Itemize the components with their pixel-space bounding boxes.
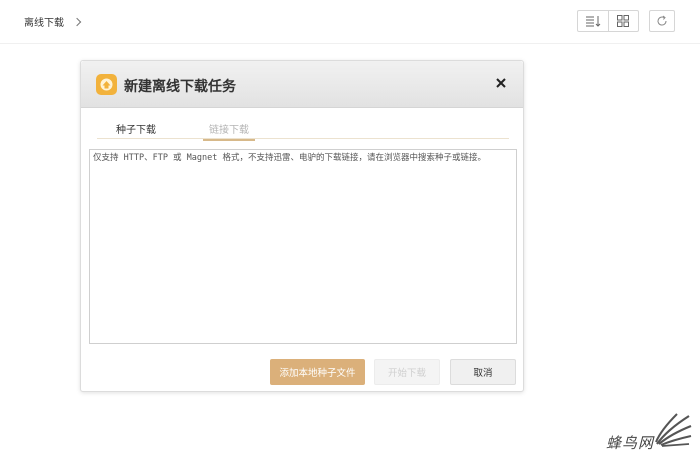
refresh-button[interactable] <box>650 11 674 31</box>
cancel-button[interactable]: 取消 <box>450 359 516 385</box>
refresh-group <box>649 10 675 32</box>
refresh-icon <box>657 15 667 26</box>
dialog-header: 新建离线下载任务 <box>81 61 523 108</box>
close-button[interactable] <box>493 75 509 91</box>
breadcrumb-label[interactable]: 离线下载 <box>24 14 64 29</box>
breadcrumb[interactable]: 离线下载 <box>24 14 82 29</box>
hummingbird-logo-icon <box>655 413 692 447</box>
close-icon <box>496 78 506 88</box>
new-offline-download-dialog: 新建离线下载任务 种子下载 链接下载 仅支持 HTTP、FTP 或 Magnet… <box>80 60 524 392</box>
view-toggle-group <box>577 10 639 32</box>
add-local-seed-button[interactable]: 添加本地种子文件 <box>270 359 365 385</box>
link-input[interactable] <box>89 149 517 344</box>
dialog-tabs: 种子下载 链接下载 <box>97 119 509 141</box>
top-bar: 离线下载 <box>0 0 700 44</box>
grid-icon <box>617 15 630 27</box>
page: 离线下载 新建离线下载任务 种子下载 链接下载 仅支持 HTTP、FTP 或 M… <box>0 0 700 469</box>
chevron-right-icon <box>72 17 82 26</box>
watermark-text: 蜂鸟网 <box>606 434 655 452</box>
list-sort-icon <box>585 16 601 27</box>
watermark: 蜂鸟网 <box>606 412 696 458</box>
list-view-button[interactable] <box>578 11 609 31</box>
grid-view-button[interactable] <box>609 11 639 31</box>
app-logo-icon <box>96 74 117 95</box>
tab-seed-download[interactable]: 种子下载 <box>116 121 156 136</box>
dialog-title: 新建离线下载任务 <box>124 79 236 95</box>
start-download-button[interactable]: 开始下载 <box>374 359 440 385</box>
tab-link-download[interactable]: 链接下载 <box>203 121 255 141</box>
